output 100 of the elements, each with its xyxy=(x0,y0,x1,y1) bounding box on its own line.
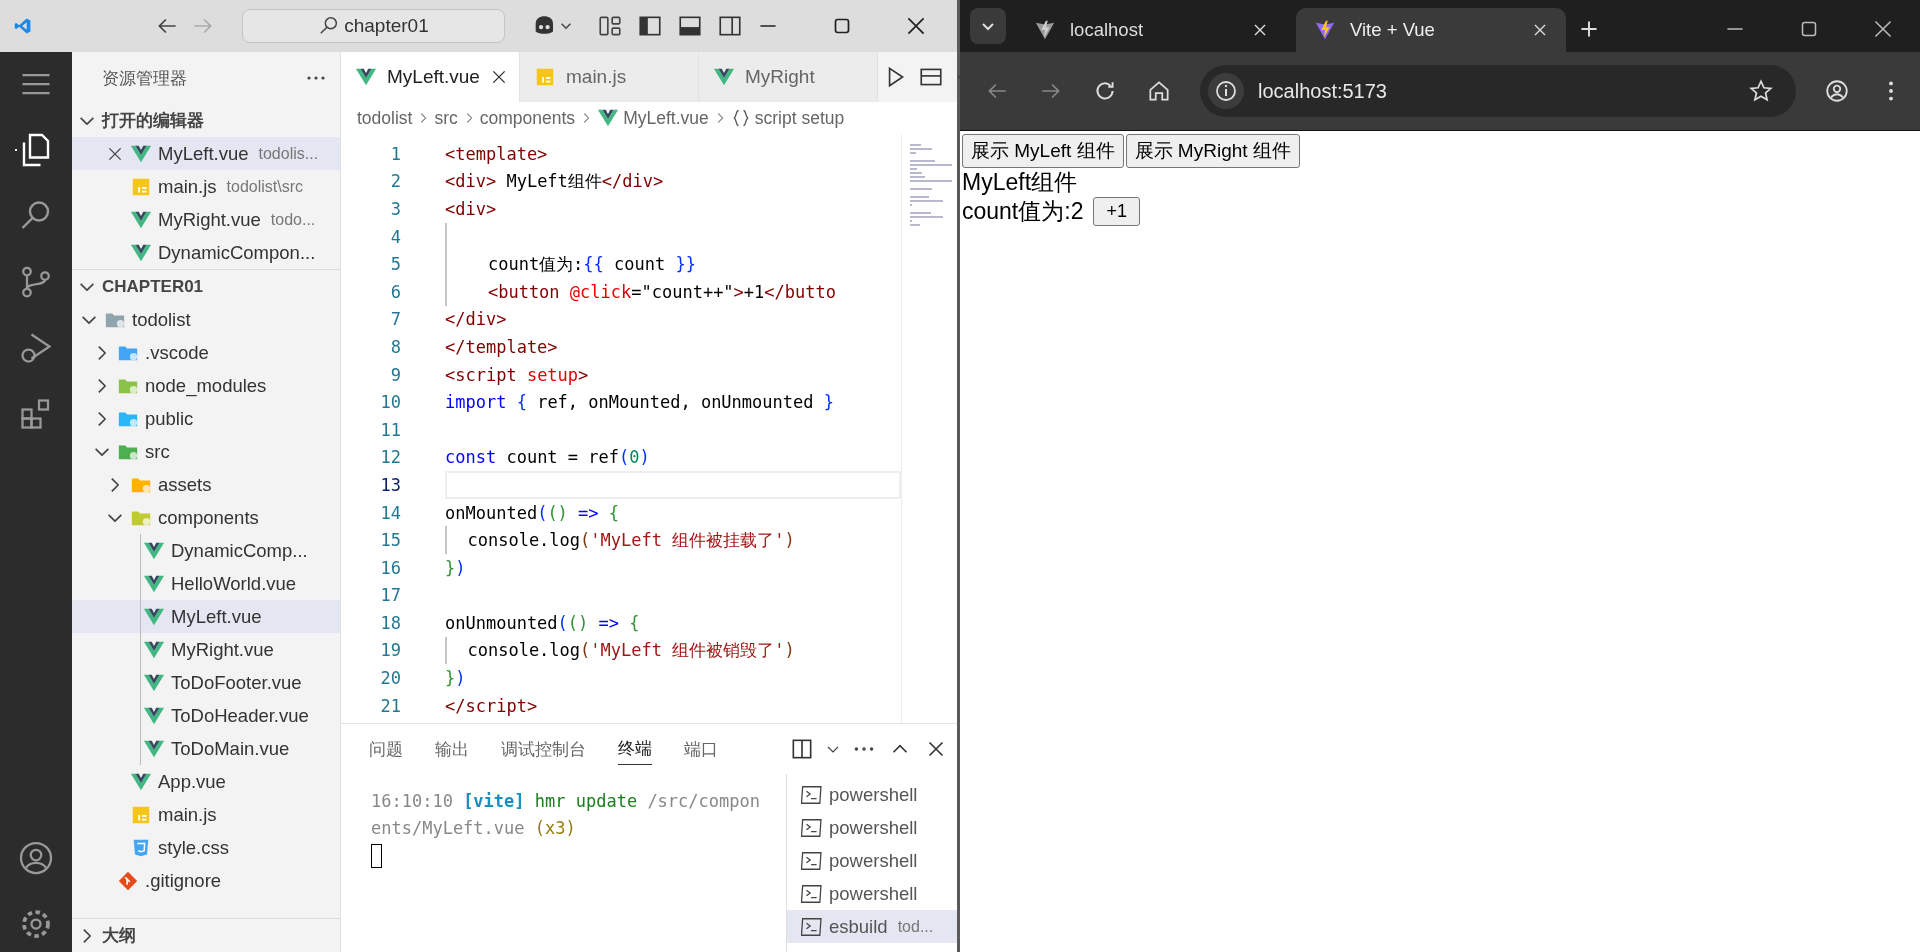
file-tree-item[interactable]: DynamicComp... xyxy=(72,534,340,567)
code-line: <template> xyxy=(445,142,549,166)
breadcrumb-item[interactable]: todolist xyxy=(357,107,413,129)
line-number: 21 xyxy=(379,695,401,716)
terminal-icon xyxy=(801,849,823,872)
file-tree-item[interactable]: .gitignore xyxy=(72,864,340,897)
panel-tab[interactable]: 终端 xyxy=(618,733,652,765)
line-number: 19 xyxy=(379,640,401,661)
line-number: 13 xyxy=(379,474,401,495)
profile-icon[interactable] xyxy=(1824,78,1850,104)
line-number: 1 xyxy=(389,143,401,164)
code-line: onUnmounted(() => { xyxy=(445,611,641,635)
terminal-icon xyxy=(801,915,823,938)
terminal-output: 16:10:10 [vite] hmr update /src/components/MyLeft.vue (x3) xyxy=(371,790,761,840)
terminal-icon xyxy=(801,882,823,905)
line-number: 7 xyxy=(389,309,401,330)
line-number: 17 xyxy=(379,585,401,606)
open-editor-item[interactable]: MyLeft.vue todolis... xyxy=(72,137,340,170)
vite-logo-icon xyxy=(1314,19,1336,41)
tab-search-icon[interactable] xyxy=(970,8,1006,44)
close-icon[interactable] xyxy=(1532,22,1548,38)
file-tree-item[interactable]: HelloWorld.vue xyxy=(72,567,340,600)
file-tree-item[interactable]: ToDoMain.vue xyxy=(72,732,340,765)
file-tree-item[interactable]: node_modules xyxy=(72,369,340,402)
editor-tab[interactable]: MyRight xyxy=(699,52,878,102)
close-icon[interactable] xyxy=(1252,22,1268,38)
code-line: </div> xyxy=(445,308,508,332)
line-number: 9 xyxy=(389,364,401,385)
section-header[interactable]: CHAPTER01 xyxy=(72,269,340,303)
file-tree-item[interactable]: ToDoHeader.vue xyxy=(72,699,340,732)
line-number: 11 xyxy=(379,419,401,440)
line-number: 5 xyxy=(389,254,401,275)
file-tree-item[interactable]: assets xyxy=(72,468,340,501)
breadcrumb-item[interactable]: src xyxy=(434,107,458,129)
terminal-item[interactable]: esbuild tod... xyxy=(787,910,957,943)
editor-tab[interactable]: main.js xyxy=(520,52,699,102)
breadcrumb-item[interactable]: components xyxy=(479,107,576,129)
show-component-button[interactable]: 展示 MyLeft 组件 xyxy=(962,134,1124,168)
file-tree-item[interactable]: todolist xyxy=(72,303,340,336)
code-line: count值为:{{ count }} xyxy=(445,250,901,278)
chevron-down-icon xyxy=(80,116,94,125)
panel-tab[interactable]: 调试控制台 xyxy=(501,733,586,765)
terminal-icon xyxy=(801,783,823,806)
code-line: console.log('MyLeft 组件被销毁了') xyxy=(445,636,901,665)
code-line: }) xyxy=(445,667,467,691)
search-field[interactable]: chapter01 xyxy=(241,9,505,43)
file-tree-item[interactable]: ToDoFooter.vue xyxy=(72,666,340,699)
line-number: 10 xyxy=(379,392,401,413)
file-tree-item[interactable]: MyRight.vue xyxy=(72,633,340,666)
browser-tab[interactable]: localhost xyxy=(1016,8,1286,52)
chevron-right-icon xyxy=(83,928,91,943)
git-file-icon xyxy=(117,869,139,892)
terminal-item[interactable]: powershell xyxy=(787,877,957,910)
terminal-item[interactable]: powershell xyxy=(787,844,957,877)
bookmark-star-icon[interactable] xyxy=(1748,78,1774,104)
terminal-icon xyxy=(801,816,823,839)
open-editor-item[interactable]: DynamicCompon... xyxy=(72,236,340,269)
account-icon[interactable] xyxy=(18,840,54,876)
panel-tab[interactable]: 问题 xyxy=(369,733,403,765)
line-number: 4 xyxy=(389,226,401,247)
section-header[interactable]: 大纲 xyxy=(72,918,340,952)
component-heading: MyLeft组件 xyxy=(962,168,1079,197)
line-number: 14 xyxy=(379,502,401,523)
line-number: 12 xyxy=(379,447,401,468)
chevron-down-icon xyxy=(80,282,94,291)
count-label: count值为:2 xyxy=(962,197,1084,226)
code-line: <div> MyLeft组件</div> xyxy=(445,169,665,194)
vite-logo-icon xyxy=(1034,19,1056,41)
show-component-button[interactable]: 展示 MyRight 组件 xyxy=(1125,134,1300,168)
open-editor-item[interactable]: MyRight.vue todo... xyxy=(72,203,340,236)
file-tree-item[interactable]: main.js xyxy=(72,798,340,831)
increment-button[interactable]: +1 xyxy=(1093,197,1140,226)
terminal-item[interactable]: powershell xyxy=(787,778,957,811)
line-number: 2 xyxy=(389,171,401,192)
section-header[interactable]: 打开的编辑器 xyxy=(72,104,340,137)
terminal-item[interactable]: powershell xyxy=(787,811,957,844)
browser-tab[interactable]: Vite + Vue xyxy=(1296,8,1566,52)
file-tree-item[interactable]: public xyxy=(72,402,340,435)
file-tree-item[interactable]: components xyxy=(72,501,340,534)
panel-tab[interactable]: 端口 xyxy=(684,733,718,765)
code-line: </template> xyxy=(445,335,559,359)
file-tree-item[interactable]: src xyxy=(72,435,340,468)
breadcrumb-item[interactable]: script setup xyxy=(754,107,845,129)
js-file-icon xyxy=(534,66,556,88)
breadcrumb-item[interactable]: MyLeft.vue xyxy=(623,107,709,129)
file-tree-item[interactable]: style.css xyxy=(72,831,340,864)
file-tree-item[interactable]: MyLeft.vue xyxy=(72,600,340,633)
open-editor-item[interactable]: main.js todolist\src xyxy=(72,170,340,203)
code-line: onMounted(() => { xyxy=(445,501,621,525)
line-number: 3 xyxy=(389,199,401,219)
code-line: </script> xyxy=(445,694,539,718)
line-number: 15 xyxy=(379,530,401,551)
file-tree-item[interactable]: App.vue xyxy=(72,765,340,798)
code-line: }) xyxy=(445,556,467,580)
address-bar[interactable]: localhost:5173 xyxy=(1200,65,1796,117)
info-icon[interactable] xyxy=(1208,73,1244,109)
code-line: <button @click="count++">+1</butto xyxy=(445,277,901,306)
panel-tab[interactable]: 输出 xyxy=(435,733,469,765)
file-tree-item[interactable]: .vscode xyxy=(72,336,340,369)
editor-tab[interactable]: MyLeft.vue xyxy=(341,52,520,102)
